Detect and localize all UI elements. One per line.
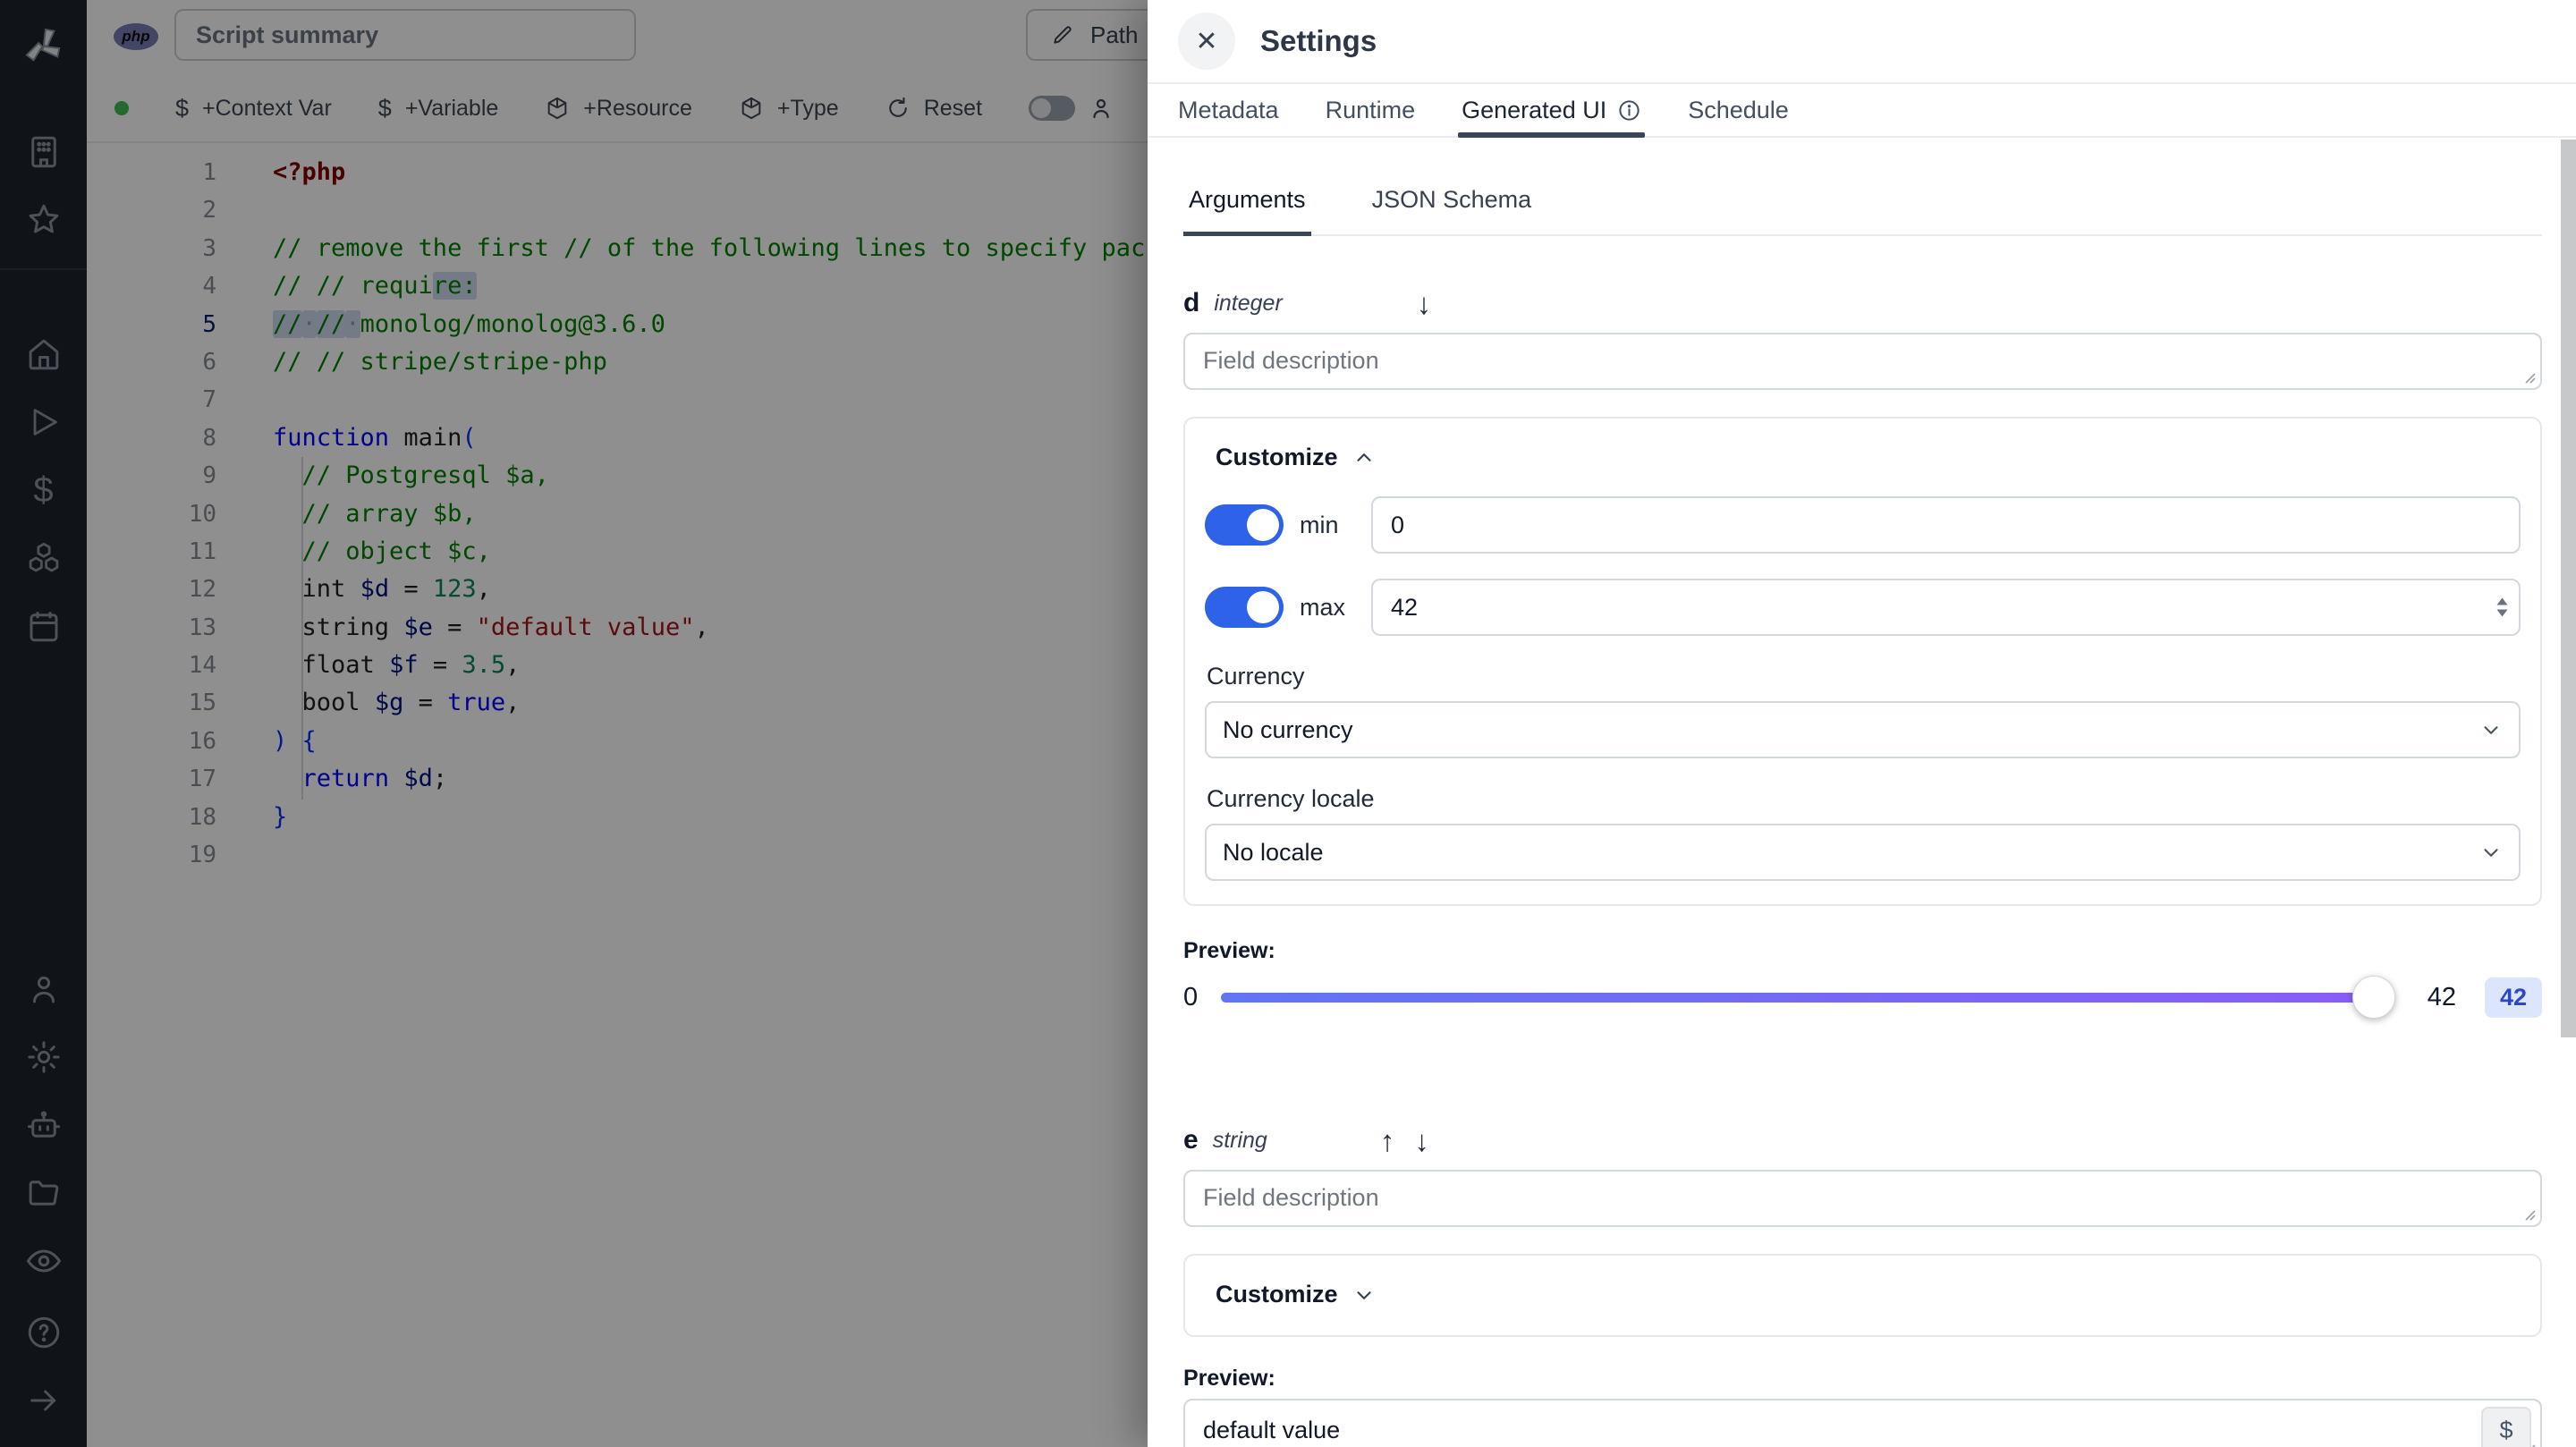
chevron-up-icon (1352, 446, 1376, 470)
chevron-down-icon (2479, 841, 2503, 864)
min-label: min (1300, 511, 1339, 538)
chevron-down-icon (2479, 718, 2503, 741)
field-type: string (1212, 1127, 1267, 1153)
currency-select[interactable]: No currency (1205, 701, 2521, 758)
field-d-description-wrap (1183, 333, 2542, 390)
move-up-icon[interactable]: ↑ (1380, 1126, 1395, 1155)
drawer-title: Settings (1260, 24, 1377, 57)
slider-track[interactable] (1221, 976, 2395, 1019)
move-down-icon[interactable]: ↓ (1414, 1126, 1429, 1155)
insert-variable-button[interactable]: $ (2481, 1407, 2531, 1447)
max-row: max (1205, 579, 2521, 636)
max-input[interactable] (1371, 579, 2521, 636)
generated-ui-subtabs: Arguments JSON Schema (1183, 186, 2542, 236)
number-spinner[interactable] (2496, 597, 2508, 617)
field-e-description-wrap (1183, 1170, 2542, 1227)
currency-locale-label: Currency locale (1207, 785, 1375, 812)
field-d-preview-label: Preview: (1183, 938, 1275, 963)
drawer-header: ✕ Settings (1148, 0, 2576, 82)
field-d-description-input[interactable] (1183, 333, 2542, 390)
slider-thumb[interactable] (2351, 976, 2395, 1019)
field-e-preview-label: Preview: (1183, 1366, 1275, 1391)
currency-label: Currency (1207, 663, 1305, 690)
field-e-preview-input[interactable]: default value (1183, 1399, 2542, 1447)
field-e-customize-toggle[interactable]: Customize (1205, 1281, 2521, 1308)
field-d-header: d integer ↓ (1183, 288, 2542, 318)
field-e-description-input[interactable] (1183, 1170, 2542, 1227)
close-icon[interactable]: ✕ (1178, 13, 1235, 70)
slider-min-value: 0 (1183, 982, 1199, 1011)
field-d-preview-slider: 0 42 42 (1183, 975, 2542, 1020)
tab-runtime[interactable]: Runtime (1302, 84, 1439, 136)
field-name: e (1183, 1125, 1199, 1155)
slider-current-value: 42 (2427, 982, 2456, 1011)
slider-value-badge: 42 (2484, 977, 2542, 1018)
min-row: min (1205, 496, 2521, 554)
field-e-header: e string ↑ ↓ (1183, 1125, 2542, 1155)
settings-drawer: ✕ Settings Metadata Runtime Generated UI (1148, 0, 2576, 1447)
subtab-json-schema[interactable]: JSON Schema (1367, 186, 1538, 234)
drawer-scrollbar-thumb[interactable] (2561, 140, 2576, 1037)
max-toggle[interactable] (1205, 587, 1284, 628)
field-d-customize-toggle[interactable]: Customize (1205, 444, 2521, 471)
min-input[interactable] (1371, 496, 2521, 554)
drawer-content: Arguments JSON Schema d integer ↓ Field … (1148, 138, 2576, 1447)
field-type: integer (1214, 290, 1283, 316)
max-label: max (1300, 593, 1346, 621)
move-down-icon[interactable]: ↓ (1417, 289, 1432, 318)
chevron-down-icon (1352, 1283, 1376, 1307)
field-e-preview-wrap: default value $ (1183, 1399, 2542, 1447)
subtab-arguments[interactable]: Arguments (1183, 186, 1311, 236)
tab-generated-ui[interactable]: Generated UI (1438, 84, 1665, 138)
field-name: d (1183, 288, 1200, 317)
settings-tabbar: Metadata Runtime Generated UI Schedule (1148, 82, 2576, 138)
app-root: $ php Script summary Path $ +Context Var… (0, 0, 2576, 1447)
min-toggle[interactable] (1205, 504, 1284, 546)
tab-schedule[interactable]: Schedule (1665, 84, 1812, 136)
tab-metadata[interactable]: Metadata (1155, 84, 1302, 136)
field-e-customize-box: Customize (1183, 1254, 2542, 1337)
info-icon (1617, 98, 1641, 123)
currency-locale-select[interactable]: No locale (1205, 824, 2521, 881)
field-d-customize-box: Customize min max (1183, 417, 2542, 906)
